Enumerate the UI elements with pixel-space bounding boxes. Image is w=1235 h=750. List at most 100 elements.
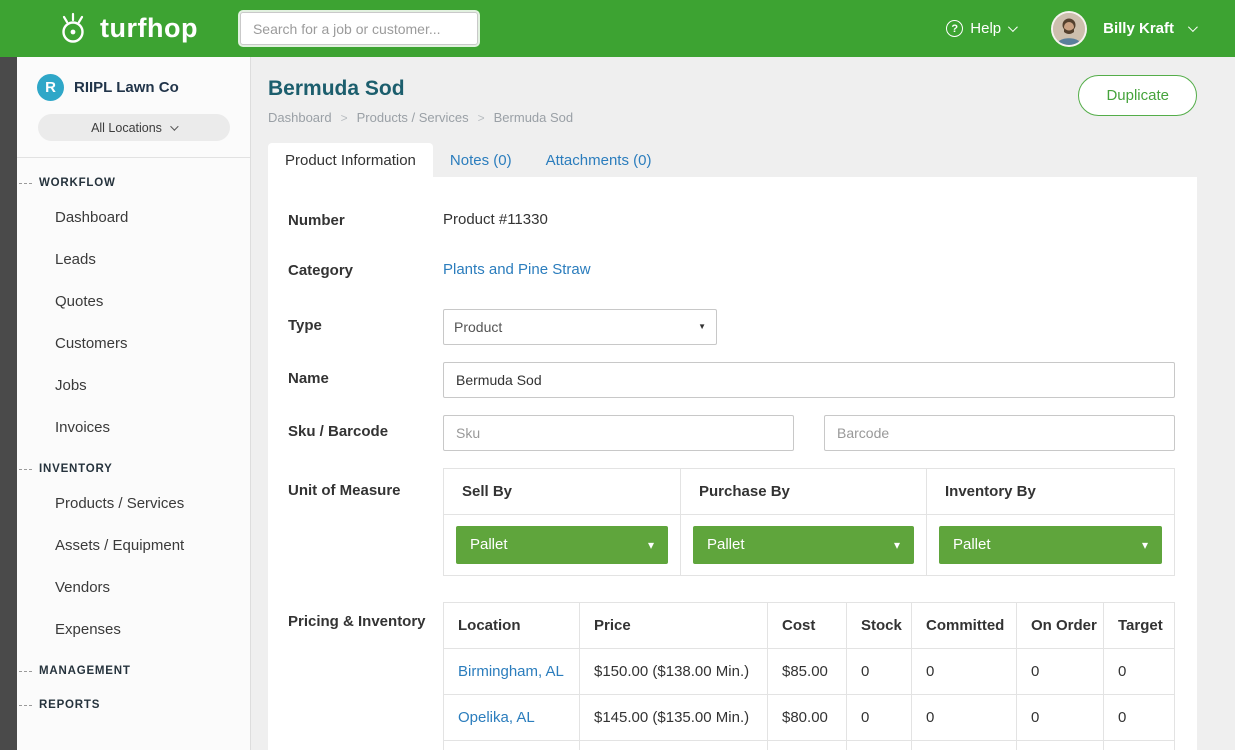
price-cell: $150.00 ($138.00 Min.): [580, 649, 768, 695]
chevron-down-icon[interactable]: [1188, 22, 1198, 32]
sidebar-item-invoices[interactable]: Invoices: [17, 406, 250, 448]
sell-by-select[interactable]: Pallet ▾: [456, 526, 668, 564]
tab-product-information[interactable]: Product Information: [268, 143, 433, 177]
caret-down-icon: ▾: [894, 538, 900, 552]
section-label: WORKFLOW: [39, 177, 116, 189]
unit-of-measure-table: Sell By Purchase By Inventory By Pallet …: [443, 468, 1175, 576]
sidebar-section-workflow[interactable]: WORKFLOW: [17, 162, 250, 196]
sku-input[interactable]: [443, 415, 794, 451]
inventory-by-select[interactable]: Pallet ▾: [939, 526, 1162, 564]
sidebar-item-products-services[interactable]: Products / Services: [17, 482, 250, 524]
avatar[interactable]: [1051, 11, 1087, 47]
duplicate-button[interactable]: Duplicate: [1078, 75, 1197, 116]
unit-of-measure-label: Unit of Measure: [288, 468, 443, 576]
breadcrumb-separator-icon: >: [478, 111, 485, 125]
type-label: Type: [288, 316, 443, 336]
caret-down-icon: ▼: [698, 322, 706, 331]
topbar-right: ? Help Billy Kraft: [946, 11, 1195, 47]
sidebar-item-leads[interactable]: Leads: [17, 238, 250, 280]
chevron-down-icon: [170, 122, 178, 130]
brand-text: turfhop: [100, 13, 198, 44]
on-order-cell: 0: [1017, 649, 1104, 695]
location-filter[interactable]: All Locations: [38, 114, 230, 141]
section-dash-icon: [19, 671, 32, 672]
section-dash-icon: [19, 469, 32, 470]
sidebar-section-management[interactable]: MANAGEMENT: [17, 650, 250, 684]
target-cell: 0: [1104, 649, 1174, 695]
breadcrumb-link-products-services[interactable]: Products / Services: [357, 110, 469, 125]
committed-cell: 0: [912, 695, 1017, 741]
section-label: MANAGEMENT: [39, 665, 131, 677]
column-header-committed: Committed: [912, 603, 1017, 649]
purchase-by-select[interactable]: Pallet ▾: [693, 526, 914, 564]
price-cell: $145.00 ($135.00 Min.): [580, 695, 768, 741]
sidebar-item-customers[interactable]: Customers: [17, 322, 250, 364]
location-link-opelika[interactable]: Opelika, AL: [444, 695, 580, 741]
pricing-inventory-label: Pricing & Inventory: [288, 602, 443, 750]
breadcrumb: Dashboard > Products / Services > Bermud…: [268, 110, 1197, 125]
column-header-price: Price: [580, 603, 768, 649]
uom-header-purchase-by: Purchase By: [681, 469, 927, 515]
sell-by-value: Pallet: [470, 536, 508, 553]
column-header-on-order: On Order: [1017, 603, 1104, 649]
sidebar-section-inventory[interactable]: INVENTORY: [17, 448, 250, 482]
column-header-location: Location: [444, 603, 580, 649]
turfhop-logo[interactable]: turfhop: [55, 11, 198, 47]
committed-cell: 0: [912, 649, 1017, 695]
column-header-target: Target: [1104, 603, 1174, 649]
section-dash-icon: [19, 705, 32, 706]
sidebar-section-reports[interactable]: REPORTS: [17, 684, 250, 718]
name-input[interactable]: [443, 362, 1175, 398]
location-link-birmingham[interactable]: Birmingham, AL: [444, 649, 580, 695]
sidebar-item-jobs[interactable]: Jobs: [17, 364, 250, 406]
caret-down-icon: ▾: [648, 538, 654, 552]
sidebar-item-vendors[interactable]: Vendors: [17, 566, 250, 608]
breadcrumb-current: Bermuda Sod: [494, 110, 574, 125]
avatar-image: [1053, 13, 1085, 45]
section-label: INVENTORY: [39, 463, 113, 475]
column-header-stock: Stock: [847, 603, 912, 649]
main-content: Bermuda Sod Dashboard > Products / Servi…: [251, 57, 1235, 750]
company-logo-icon: R: [37, 74, 64, 101]
type-select-value: Product: [454, 319, 502, 335]
section-dash-icon: [19, 183, 32, 184]
caret-down-icon: ▾: [1142, 538, 1148, 552]
type-select[interactable]: Product ▼: [443, 309, 717, 345]
breadcrumb-link-dashboard[interactable]: Dashboard: [268, 110, 332, 125]
company-switcher[interactable]: R RIIPL Lawn Co: [17, 57, 250, 101]
sprinkler-logo-icon: [55, 11, 91, 47]
search-input[interactable]: [240, 12, 478, 45]
sidebar-item-quotes[interactable]: Quotes: [17, 280, 250, 322]
sidebar-item-expenses[interactable]: Expenses: [17, 608, 250, 650]
help-menu[interactable]: ? Help: [946, 20, 1015, 37]
tab-attachments[interactable]: Attachments (0): [529, 143, 669, 177]
uom-header-sell-by: Sell By: [444, 469, 681, 515]
user-name[interactable]: Billy Kraft: [1103, 20, 1174, 37]
topbar: turfhop ? Help Billy Kraft: [0, 0, 1235, 57]
help-label: Help: [970, 20, 1001, 37]
category-label: Category: [288, 261, 443, 281]
sidebar: R RIIPL Lawn Co All Locations WORKFLOW D…: [17, 57, 251, 750]
sidebar-item-dashboard[interactable]: Dashboard: [17, 196, 250, 238]
tab-notes[interactable]: Notes (0): [433, 143, 529, 177]
name-label: Name: [288, 369, 443, 389]
chevron-down-icon: [1008, 22, 1018, 32]
sidebar-item-assets-equipment[interactable]: Assets / Equipment: [17, 524, 250, 566]
page-title: Bermuda Sod: [268, 77, 1197, 101]
stock-cell: 0: [847, 695, 912, 741]
tab-bar: Product Information Notes (0) Attachment…: [268, 143, 1197, 177]
purchase-by-value: Pallet: [707, 536, 745, 553]
inventory-by-value: Pallet: [953, 536, 991, 553]
target-cell: 0: [1104, 695, 1174, 741]
sku-barcode-label: Sku / Barcode: [288, 422, 443, 442]
help-icon: ?: [946, 20, 963, 37]
on-order-cell: 0: [1017, 695, 1104, 741]
company-name: RIIPL Lawn Co: [74, 79, 179, 96]
cost-cell: $85.00: [768, 649, 847, 695]
column-header-cost: Cost: [768, 603, 847, 649]
uom-header-inventory-by: Inventory By: [927, 469, 1174, 515]
category-link[interactable]: Plants and Pine Straw: [443, 261, 591, 278]
left-rail: [0, 57, 17, 750]
number-value: Product #11330: [443, 211, 548, 228]
barcode-input[interactable]: [824, 415, 1175, 451]
